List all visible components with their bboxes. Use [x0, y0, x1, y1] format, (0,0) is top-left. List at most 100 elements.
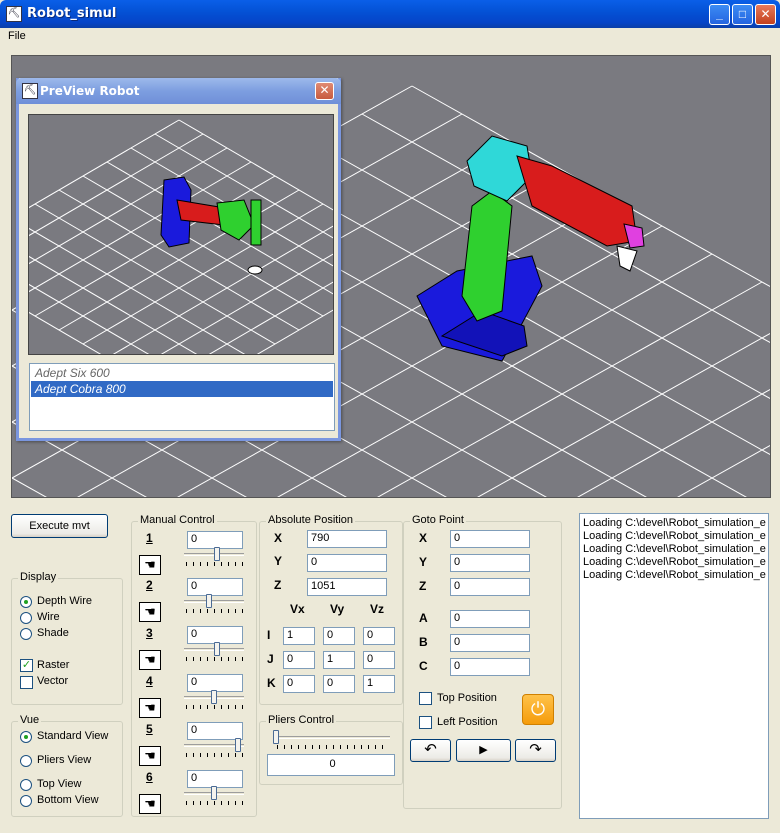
preview-title: PreView Robot	[40, 84, 140, 98]
hand-point-icon: ☚	[144, 652, 156, 667]
grid-line	[677, 444, 770, 497]
preview-title-bar[interactable]: ⛏ PreView Robot ✕	[16, 78, 341, 104]
matrix-row-label: K	[267, 676, 276, 690]
axis-slider-ticks	[186, 705, 244, 709]
power-icon[interactable]: ⏻	[522, 694, 554, 725]
axis-number-label: 6	[146, 770, 153, 784]
undo-button[interactable]: ↶	[410, 739, 451, 762]
matrix-cell-field[interactable]: 0	[283, 675, 315, 693]
log-line: Loading C:\devel\Robot_simulation_e	[583, 556, 766, 568]
abs-x-field[interactable]: 790	[307, 530, 387, 548]
axis-slider-thumb[interactable]	[214, 642, 220, 656]
matrix-row-label: J	[267, 652, 274, 666]
matrix-cell-field[interactable]: 1	[323, 651, 355, 669]
axis-slider-thumb[interactable]	[211, 690, 217, 704]
menu-bar: File	[0, 28, 780, 46]
matrix-cell-field[interactable]: 1	[283, 627, 315, 645]
axis-number-label: 2	[146, 578, 153, 592]
vector-checkbox[interactable]	[20, 676, 33, 689]
matrix-cell-field[interactable]: 0	[323, 627, 355, 645]
grid-line	[29, 311, 102, 354]
matrix-row-label: I	[267, 628, 271, 642]
goto-field-label: B	[419, 635, 428, 649]
hand-point-icon: ☚	[144, 604, 156, 619]
matrix-cell-field[interactable]: 0	[363, 627, 395, 645]
log-line: Loading C:\devel\Robot_simulation_e	[583, 543, 766, 555]
matrix-cell-field[interactable]: 0	[323, 675, 355, 693]
left-position-checkbox[interactable]	[419, 716, 432, 729]
log-line: Loading C:\devel\Robot_simulation_e	[583, 569, 766, 581]
redo-button[interactable]: ↷	[515, 739, 556, 762]
standard-view-radio[interactable]	[20, 731, 32, 743]
minimize-button[interactable]: _	[709, 4, 730, 25]
abs-y-label: Y	[274, 554, 283, 568]
jog-button[interactable]: ☚	[139, 650, 161, 670]
grid-line	[208, 281, 333, 354]
axis-slider-thumb[interactable]	[235, 738, 241, 752]
depth-wire-label: Depth Wire	[37, 595, 93, 607]
maximize-button[interactable]: □	[732, 4, 753, 25]
menu-file[interactable]: File	[8, 30, 26, 42]
jog-button[interactable]: ☚	[139, 555, 161, 575]
pliers-view-radio[interactable]	[20, 755, 32, 767]
preview-3d-view[interactable]	[28, 114, 334, 355]
robot-list-item-selected[interactable]: Adept Cobra 800	[31, 381, 333, 397]
matrix-cell-field[interactable]: 1	[363, 675, 395, 693]
grid-line	[362, 394, 771, 498]
axis-slider-thumb[interactable]	[206, 594, 212, 608]
robot-list-item[interactable]: Adept Six 600	[31, 365, 333, 381]
axis-slider-thumb[interactable]	[211, 786, 217, 800]
grid-line	[29, 283, 150, 354]
axis-slider-track[interactable]	[184, 600, 244, 603]
axis-slider-ticks	[186, 753, 244, 757]
goto-field-input[interactable]: 0	[450, 578, 530, 596]
jog-button[interactable]: ☚	[139, 746, 161, 766]
axis-value-field[interactable]: 0	[187, 578, 243, 596]
grid-line	[29, 161, 252, 293]
wire-radio[interactable]	[20, 612, 32, 624]
raster-checkbox[interactable]: ✓	[20, 659, 33, 672]
goto-field-input[interactable]: 0	[450, 658, 530, 676]
close-button[interactable]: ✕	[755, 4, 776, 25]
matrix-cell-field[interactable]: 0	[363, 651, 395, 669]
goto-field-input[interactable]: 0	[450, 530, 530, 548]
hand-point-icon: ☚	[144, 700, 156, 715]
axis-slider-thumb[interactable]	[214, 547, 220, 561]
play-button[interactable]: ▶	[456, 739, 511, 762]
jog-button[interactable]: ☚	[139, 602, 161, 622]
grid-line	[106, 161, 333, 295]
top-view-radio[interactable]	[20, 779, 32, 791]
top-position-checkbox[interactable]	[419, 692, 432, 705]
log-output[interactable]: Loading C:\devel\Robot_simulation_e Loadi…	[579, 513, 769, 819]
pliers-slider-thumb[interactable]	[273, 730, 279, 744]
pliers-value-field[interactable]: 0	[267, 754, 395, 776]
jog-button[interactable]: ☚	[139, 698, 161, 718]
abs-y-field[interactable]: 0	[307, 554, 387, 572]
vz-label: Vz	[370, 602, 385, 616]
depth-wire-radio[interactable]	[20, 596, 32, 608]
top-view-label: Top View	[37, 778, 82, 790]
preview-close-button[interactable]: ✕	[315, 82, 334, 100]
jog-button[interactable]: ☚	[139, 794, 161, 814]
goto-field-input[interactable]: 0	[450, 554, 530, 572]
goto-field-input[interactable]: 0	[450, 610, 530, 628]
bottom-view-radio[interactable]	[20, 795, 32, 807]
manual-control-label: Manual Control	[138, 514, 217, 526]
grid-line	[112, 225, 333, 354]
matrix-cell-field[interactable]: 0	[283, 651, 315, 669]
hand-point-icon: ☚	[144, 748, 156, 763]
execute-mvt-button[interactable]: Execute mvt	[11, 514, 108, 538]
bottom-view-label: Bottom View	[37, 794, 99, 806]
vector-label: Vector	[37, 675, 69, 687]
shade-radio[interactable]	[20, 628, 32, 640]
grid-line	[29, 255, 198, 354]
goto-field-label: A	[419, 611, 428, 625]
grid-line	[160, 253, 333, 354]
abs-z-field[interactable]: 1051	[307, 578, 387, 596]
standard-view-label: Standard View	[37, 730, 109, 742]
robot-model	[416, 135, 645, 362]
robot-list[interactable]: Adept Six 600 Adept Cobra 800	[29, 363, 335, 431]
pliers-slider-track[interactable]	[275, 736, 390, 739]
wire-label: Wire	[37, 611, 60, 623]
goto-field-input[interactable]: 0	[450, 634, 530, 652]
